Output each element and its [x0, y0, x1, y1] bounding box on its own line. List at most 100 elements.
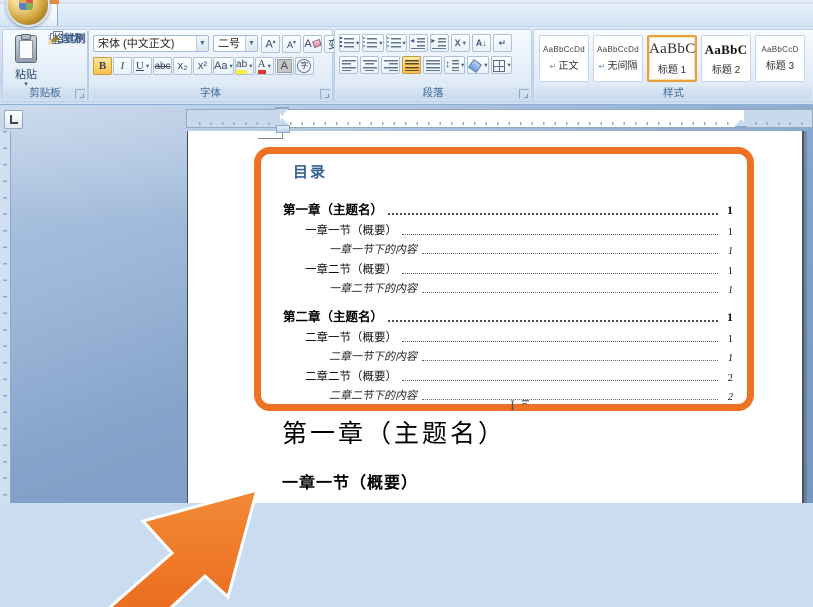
- left-indent-marker[interactable]: [276, 125, 290, 133]
- toc-page-number: 1: [728, 285, 733, 296]
- chevron-down-icon: ▾: [402, 40, 406, 47]
- bullets-button[interactable]: ▾: [339, 34, 361, 52]
- style-heading1[interactable]: AaBbC 标题 1: [647, 35, 697, 82]
- strikethrough-button[interactable]: abc: [153, 57, 172, 75]
- toc-page-number: 1: [727, 334, 733, 345]
- styles-group: AaBbCcDd 正文 AaBbCcDd 无间隔 AaBbC 标题 1 AaBb…: [533, 29, 813, 102]
- horizontal-ruler[interactable]: [186, 107, 813, 139]
- distribute-icon: [425, 59, 440, 71]
- dot-leader: [402, 380, 718, 381]
- dot-leader: [402, 341, 718, 342]
- toc-entry[interactable]: 二章二节下的内容 2: [283, 387, 733, 403]
- ribbon-tab[interactable]: [58, 4, 84, 26]
- align-left-button[interactable]: [339, 56, 358, 74]
- chevron-down-icon[interactable]: ▼: [196, 36, 208, 51]
- borders-icon: [492, 59, 506, 72]
- show-marks-button[interactable]: ↵: [492, 34, 512, 52]
- dot-leader: [422, 360, 718, 361]
- vertical-ruler[interactable]: [0, 131, 11, 503]
- decrease-indent-button[interactable]: [408, 34, 428, 52]
- style-normal[interactable]: AaBbCcDd 正文: [539, 35, 589, 82]
- chapter-heading[interactable]: 第一章（主题名）: [282, 414, 506, 450]
- underline-button[interactable]: U ▾: [133, 57, 152, 75]
- paste-button[interactable]: 粘贴 ▾: [6, 33, 46, 88]
- shrink-font-button[interactable]: A: [282, 35, 301, 53]
- toc-page-number: 1: [727, 266, 733, 277]
- chevron-down-icon: ▾: [145, 63, 150, 70]
- ribbon-tab[interactable]: [84, 4, 110, 26]
- text-highlight-button[interactable]: ab ▾: [234, 57, 254, 75]
- dot-leader: [388, 320, 718, 322]
- section-heading[interactable]: 一章一节（概要）: [282, 469, 418, 493]
- align-center-button[interactable]: [360, 56, 379, 74]
- ribbon-tab[interactable]: [162, 4, 188, 26]
- toc-page-number: 1: [727, 310, 733, 324]
- sort-button[interactable]: A↓: [471, 34, 491, 52]
- asian-layout-button[interactable]: X ▾: [450, 34, 470, 52]
- enclose-characters-button[interactable]: 字: [294, 57, 314, 75]
- grow-font-button[interactable]: A: [261, 35, 280, 53]
- chevron-down-icon: ▾: [379, 40, 383, 47]
- superscript-button[interactable]: x²: [193, 57, 212, 75]
- dialog-launcher-icon[interactable]: [519, 89, 529, 99]
- increase-indent-button[interactable]: [429, 34, 449, 52]
- subscript-button[interactable]: x₂: [173, 57, 192, 75]
- shading-icon: [468, 59, 482, 71]
- chevron-down-icon[interactable]: ▼: [245, 36, 257, 51]
- right-indent-marker[interactable]: [735, 119, 747, 128]
- dot-leader: [422, 399, 718, 400]
- toc-page-number: 1: [727, 203, 733, 217]
- font-size-combo[interactable]: 二号 ▼: [213, 35, 258, 52]
- toc-entry[interactable]: 二章一节下的内容 1: [283, 348, 733, 364]
- justify-button[interactable]: [402, 56, 421, 74]
- toc-entry[interactable]: 二章一节（概要） 1: [283, 329, 733, 345]
- style-no-spacing[interactable]: AaBbCcDd 无间隔: [593, 35, 643, 82]
- ribbon-tab[interactable]: [110, 4, 136, 26]
- clear-formatting-button[interactable]: A: [303, 35, 322, 53]
- shading-button[interactable]: ▾: [467, 56, 489, 74]
- style-heading2[interactable]: AaBbC 标题 2: [701, 35, 751, 82]
- tab-stop-selector[interactable]: [4, 110, 23, 129]
- font-color-button[interactable]: A ▾: [254, 57, 274, 75]
- align-right-button[interactable]: [381, 56, 400, 74]
- toc-entry[interactable]: 一章二节下的内容 1: [283, 280, 733, 296]
- dot-leader: [402, 234, 718, 235]
- dialog-launcher-icon[interactable]: [320, 89, 330, 99]
- bullets-icon: [340, 37, 354, 49]
- style-heading3[interactable]: AaBbCcD 标题 3: [755, 35, 805, 82]
- document-workspace: 目录 第一章（主题名） 1 一章一节（概要） 1 一章一节下的内容 1 一章二节…: [0, 104, 813, 607]
- chevron-down-icon: ▾: [507, 62, 511, 69]
- document-page[interactable]: 目录 第一章（主题名） 1 一章一节（概要） 1 一章一节下的内容 1 一章二节…: [187, 131, 804, 503]
- font-name-combo[interactable]: 宋体 (中文正文) ▼: [93, 35, 209, 52]
- toc-entry[interactable]: 一章一节（概要） 1: [283, 222, 733, 238]
- italic-button[interactable]: I: [113, 57, 132, 75]
- text-cursor-icon: I: [510, 397, 529, 415]
- multilevel-list-button[interactable]: ▾: [385, 34, 407, 52]
- hanging-indent-marker[interactable]: [275, 118, 289, 125]
- chevron-down-icon: ▾: [249, 63, 253, 70]
- toc-title: 目录: [293, 164, 328, 181]
- first-line-indent-marker[interactable]: [275, 107, 289, 116]
- dialog-launcher-icon[interactable]: [75, 89, 85, 99]
- line-spacing-button[interactable]: ▾: [444, 56, 466, 74]
- toc-entry[interactable]: 一章一节下的内容 1: [283, 241, 733, 257]
- toc-entry[interactable]: 第一章（主题名） 1: [283, 199, 733, 218]
- character-shading-button[interactable]: A: [274, 57, 294, 75]
- toc-entry[interactable]: 第二章（主题名） 1: [283, 306, 733, 325]
- distribute-button[interactable]: [423, 56, 442, 74]
- paragraph-group: ▾▾▾X▾A↓↵ ▾▾▾ 段落: [334, 29, 532, 102]
- toc-entry[interactable]: 二章二节（概要） 2: [283, 368, 733, 384]
- toc-list: 第一章（主题名） 1 一章一节（概要） 1 一章一节下的内容 1 一章二节（概要…: [283, 189, 733, 403]
- toc-page-number: 2: [727, 373, 733, 384]
- numbering-button[interactable]: ▾: [362, 34, 384, 52]
- change-case-button[interactable]: Aa ▾: [213, 57, 234, 75]
- toc-page-number: 1: [727, 227, 733, 238]
- format-painter-button[interactable]: 格式刷: [48, 30, 86, 46]
- ribbon-tab[interactable]: [136, 4, 162, 26]
- toc-entry[interactable]: 一章二节（概要） 1: [283, 261, 733, 277]
- bold-button[interactable]: B: [93, 57, 112, 75]
- chevron-down-icon: ▾: [484, 62, 488, 69]
- ribbon-tab[interactable]: [188, 4, 214, 26]
- borders-button[interactable]: ▾: [490, 56, 512, 74]
- align-right-icon: [383, 59, 398, 71]
